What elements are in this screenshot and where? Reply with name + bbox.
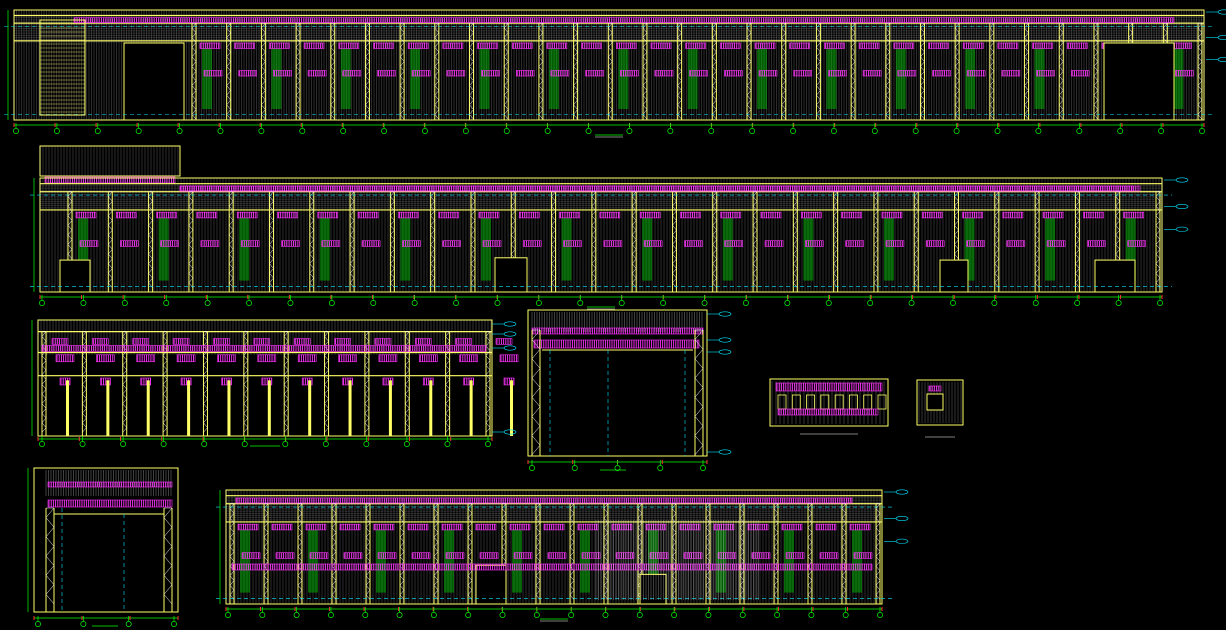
bracing-panel bbox=[158, 217, 169, 281]
bracing-panel bbox=[319, 217, 330, 281]
bracing-panel bbox=[687, 48, 698, 109]
bracing-panel bbox=[271, 48, 282, 109]
door-opening bbox=[59, 259, 91, 293]
column-solid bbox=[510, 380, 513, 436]
bracing-panel bbox=[722, 217, 733, 281]
column-solid bbox=[66, 380, 69, 436]
column-solid bbox=[308, 380, 312, 436]
column-solid bbox=[146, 380, 150, 436]
column-solid bbox=[267, 380, 271, 436]
bracing-panel bbox=[1045, 217, 1056, 281]
door-opening bbox=[939, 259, 969, 293]
door-opening bbox=[494, 257, 528, 293]
bracing-panel bbox=[803, 217, 814, 281]
column-solid bbox=[388, 380, 392, 436]
bracing-panel bbox=[1173, 48, 1184, 109]
bracing-panel bbox=[340, 48, 351, 109]
bracing-panel bbox=[480, 217, 491, 281]
bracing-panel bbox=[895, 48, 906, 109]
bracing-panel bbox=[618, 48, 629, 109]
column-solid bbox=[106, 380, 110, 436]
bracing-panel bbox=[479, 48, 490, 109]
door-opening bbox=[123, 42, 185, 121]
bracing-panel bbox=[757, 48, 768, 109]
bracing-panel bbox=[826, 48, 837, 109]
bracing-panel bbox=[548, 48, 559, 109]
column-solid bbox=[227, 380, 231, 436]
bracing-panel bbox=[965, 48, 976, 109]
bracing-panel bbox=[883, 217, 894, 281]
column-solid bbox=[429, 380, 433, 436]
bracing-panel bbox=[410, 48, 421, 109]
column-solid bbox=[187, 380, 191, 436]
bracing-panel bbox=[561, 217, 572, 281]
bracing-panel bbox=[400, 217, 411, 281]
door-opening bbox=[1094, 259, 1136, 293]
bracing-panel bbox=[1034, 48, 1045, 109]
column-solid bbox=[348, 380, 352, 436]
column-solid bbox=[469, 380, 473, 436]
door-opening bbox=[1103, 42, 1175, 121]
cad-drawing-sheet bbox=[0, 0, 1226, 630]
bracing-panel bbox=[239, 217, 250, 281]
bracing-panel bbox=[642, 217, 653, 281]
bracing-panel bbox=[202, 48, 212, 109]
